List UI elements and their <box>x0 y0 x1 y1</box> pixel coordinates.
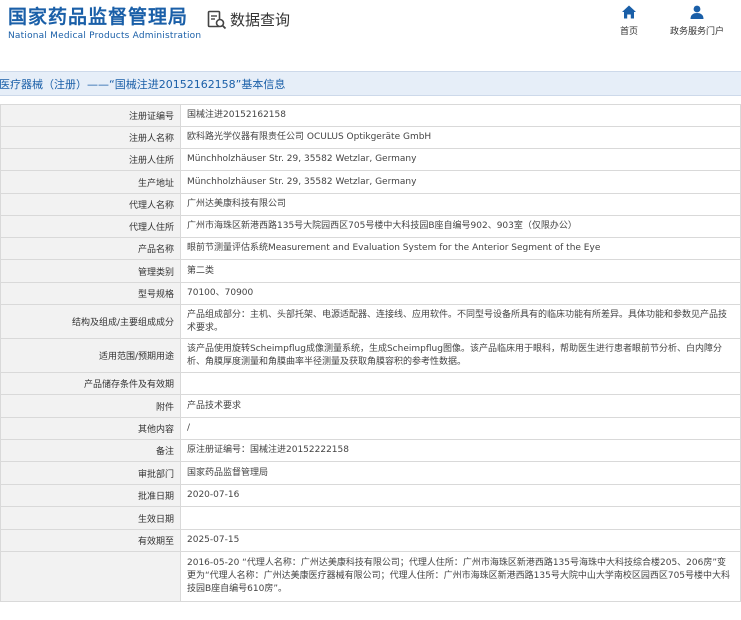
table-row: 生效日期 <box>0 506 741 530</box>
table-row: 注册人住所 Münchholzhäuser Str. 29, 35582 Wetz… <box>0 148 741 171</box>
table-row: 产品储存条件及有效期 <box>0 372 741 395</box>
row-value: 广州达美康科技有限公司 <box>180 193 741 216</box>
table-row: 有效期至 2025-07-15 <box>0 529 741 552</box>
row-label: 代理人名称 <box>0 193 181 216</box>
row-value: 国械注进20152162158 <box>180 104 741 127</box>
data-query-icon <box>207 10 227 29</box>
row-label: 代理人住所 <box>0 215 181 238</box>
row-value: 广州市海珠区新港西路135号大院园西区705号楼中大科技园B座自编号902、90… <box>180 215 741 238</box>
table-row: 适用范围/预期用途 该产品使用旋转Scheimpflug成像测量系统，生成Sche… <box>0 338 741 373</box>
brand-name-cn: 国家药品监督管理局 <box>8 6 189 28</box>
table-row: 结构及组成/主要组成成分 产品组成部分：主机、头部托架、电源适配器、连接线、应用软… <box>0 304 741 339</box>
row-value: Münchholzhäuser Str. 29, 35582 Wetzlar, … <box>180 170 741 194</box>
row-value <box>180 372 741 395</box>
row-label: 管理类别 <box>0 259 181 283</box>
table-row: 管理类别 第二类 <box>0 259 741 283</box>
row-value: 国家药品监督管理局 <box>180 461 741 485</box>
page-title: 医疗器械（注册）——“国械注进20152162158”基本信息 <box>0 78 286 91</box>
table-row: 注册人名称 欧科路光学仪器有限责任公司 OCULUS Optikgeräte Gm… <box>0 126 741 149</box>
row-label: 注册人名称 <box>0 126 181 149</box>
row-label: 批准日期 <box>0 484 181 507</box>
table-row: 批准日期 2020-07-16 <box>0 484 741 507</box>
table-row: 备注 原注册证编号：国械注进20152222158 <box>0 439 741 462</box>
row-value: / <box>180 417 741 440</box>
registration-info-table: 注册证编号 国械注进20152162158 注册人名称 欧科路光学仪器有限责任公司 O… <box>0 104 741 602</box>
brand-logo[interactable]: 国家药品监督管理局 National Medical Products Admi… <box>8 5 201 41</box>
nav-portal-label: 政务服务门户 <box>670 27 725 37</box>
table-row: 附件 产品技术要求 <box>0 394 741 418</box>
table-row: 产品名称 眼前节测量评估系统Measurement and Evaluation … <box>0 237 741 260</box>
home-icon <box>622 5 636 19</box>
page-title-bar: 医疗器械（注册）——“国械注进20152162158”基本信息 <box>0 71 741 96</box>
row-label <box>0 551 181 602</box>
nav-home-label: 首页 <box>620 27 639 37</box>
row-label: 型号规格 <box>0 282 181 305</box>
row-value: 2020-07-16 <box>180 484 741 507</box>
row-value: 第二类 <box>180 259 741 283</box>
data-query-link[interactable]: 数据查询 <box>207 9 290 30</box>
user-icon <box>690 5 704 19</box>
table-row: 代理人住所 广州市海珠区新港西路135号大院园西区705号楼中大科技园B座自编号9… <box>0 215 741 238</box>
row-value: 欧科路光学仪器有限责任公司 OCULUS Optikgeräte GmbH <box>180 126 741 149</box>
row-label: 结构及组成/主要组成成分 <box>0 304 181 339</box>
brand-name-en: National Medical Products Administration <box>8 31 202 41</box>
row-label: 生效日期 <box>0 506 181 530</box>
nav-home[interactable]: 首页 <box>620 4 638 37</box>
data-query-label: 数据查询 <box>230 11 291 29</box>
row-label: 有效期至 <box>0 529 181 552</box>
table-row: 型号规格 70100、70900 <box>0 282 741 305</box>
row-label: 注册人住所 <box>0 148 181 171</box>
table-row: 其他内容 / <box>0 417 741 440</box>
table-row: 生产地址 Münchholzhäuser Str. 29, 35582 Wetzl… <box>0 170 741 194</box>
table-row: 2016-05-20 “代理人名称：广州达美康科技有限公司；代理人住所：广州市海… <box>0 551 741 602</box>
row-value <box>180 506 741 530</box>
site-header: 国家药品监督管理局 National Medical Products Admi… <box>0 0 741 64</box>
table-row: 审批部门 国家药品监督管理局 <box>0 461 741 485</box>
row-label: 其他内容 <box>0 417 181 440</box>
table-row: 注册证编号 国械注进20152162158 <box>0 104 741 127</box>
nav-service-portal[interactable]: 政务服务门户 <box>670 4 724 37</box>
row-label: 产品储存条件及有效期 <box>0 372 181 395</box>
row-value: 该产品使用旋转Scheimpflug成像测量系统，生成Scheimpflug图像… <box>180 338 741 373</box>
row-label: 注册证编号 <box>0 104 181 127</box>
row-label: 生产地址 <box>0 170 181 194</box>
table-row: 代理人名称 广州达美康科技有限公司 <box>0 193 741 216</box>
row-value: 2025-07-15 <box>180 529 741 552</box>
row-value: 产品组成部分：主机、头部托架、电源适配器、连接线、应用软件。不同型号设备所具有的… <box>180 304 741 339</box>
row-value: 产品技术要求 <box>180 394 741 418</box>
row-value: 原注册证编号：国械注进20152222158 <box>180 439 741 462</box>
row-label: 附件 <box>0 394 181 418</box>
row-label: 审批部门 <box>0 461 181 485</box>
row-value: 2016-05-20 “代理人名称：广州达美康科技有限公司；代理人住所：广州市海… <box>180 551 741 602</box>
row-label: 适用范围/预期用途 <box>0 338 181 373</box>
row-label: 备注 <box>0 439 181 462</box>
row-value: 70100、70900 <box>180 282 741 305</box>
row-value: Münchholzhäuser Str. 29, 35582 Wetzlar, … <box>180 148 741 171</box>
row-label: 产品名称 <box>0 237 181 260</box>
row-value: 眼前节测量评估系统Measurement and Evaluation Syst… <box>180 237 741 260</box>
